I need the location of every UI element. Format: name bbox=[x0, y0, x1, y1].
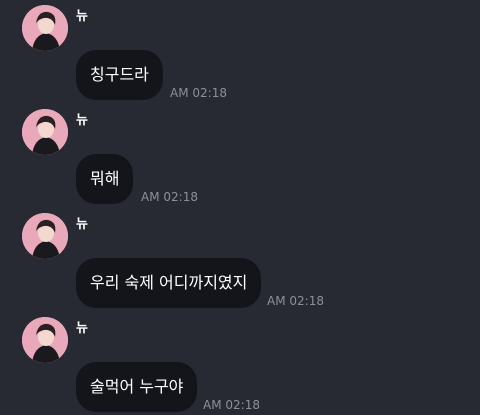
sender-name: 뉴 bbox=[76, 217, 88, 232]
message-group: 뉴 술먹어 누구야 AM 02:18 bbox=[0, 312, 480, 412]
message-bubble[interactable]: 뭐해 bbox=[76, 154, 134, 204]
profile-photo-icon bbox=[22, 213, 68, 259]
avatar[interactable] bbox=[22, 317, 68, 363]
avatar[interactable] bbox=[22, 109, 68, 155]
message-timestamp: AM 02:18 bbox=[170, 86, 227, 100]
message-bubble[interactable]: 술먹어 누구야 bbox=[76, 362, 198, 412]
message-bubble[interactable]: 칭구드라 bbox=[76, 50, 163, 100]
profile-photo-icon bbox=[22, 317, 68, 363]
chat-message-list[interactable]: 뉴 칭구드라 AM 02:18 뉴 뭐해 AM 02:18 뉴 우리 숙제 어디… bbox=[0, 0, 480, 415]
profile-photo-icon bbox=[22, 5, 68, 51]
profile-photo-icon bbox=[22, 109, 68, 155]
sender-name: 뉴 bbox=[76, 113, 88, 128]
message-timestamp: AM 02:18 bbox=[141, 190, 198, 204]
avatar[interactable] bbox=[22, 5, 68, 51]
message-timestamp: AM 02:18 bbox=[203, 398, 260, 412]
message-timestamp: AM 02:18 bbox=[267, 294, 324, 308]
message-group: 뉴 뭐해 AM 02:18 bbox=[0, 104, 480, 204]
sender-name: 뉴 bbox=[76, 321, 88, 336]
avatar[interactable] bbox=[22, 213, 68, 259]
message-group: 뉴 칭구드라 AM 02:18 bbox=[0, 0, 480, 100]
message-group: 뉴 우리 숙제 어디까지였지 AM 02:18 bbox=[0, 208, 480, 308]
message-bubble[interactable]: 우리 숙제 어디까지였지 bbox=[76, 258, 262, 308]
sender-name: 뉴 bbox=[76, 9, 88, 24]
